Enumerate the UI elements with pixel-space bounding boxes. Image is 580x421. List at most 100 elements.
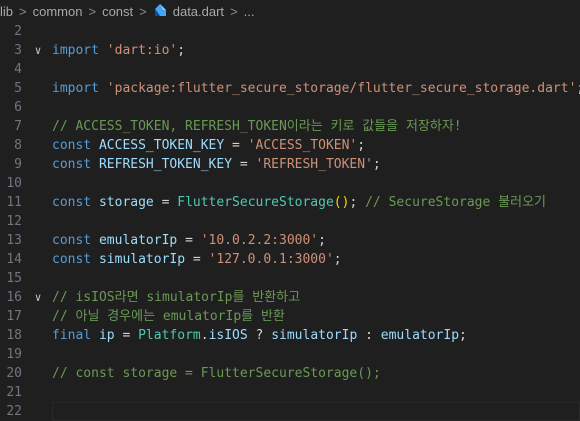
code-token: = — [224, 138, 248, 153]
code-token: ; — [318, 233, 326, 248]
code-token: // const storage = FlutterSecureStorage(… — [52, 366, 381, 381]
code-token: ? — [247, 328, 272, 343]
code-token: ip — [98, 328, 115, 343]
line-number: 22 — [6, 404, 22, 419]
breadcrumb-separator: > — [139, 3, 147, 19]
code-line[interactable]: 2 — [0, 22, 580, 41]
line-number: 18 — [6, 328, 22, 343]
code-token: '10.0.2.2:3000' — [200, 233, 319, 248]
code-token: const — [52, 233, 92, 248]
code-token: ; — [333, 252, 342, 267]
code-text: // const storage = FlutterSecureStorage(… — [52, 364, 381, 383]
code-line[interactable]: 3 ∨ import 'dart:io'; — [0, 41, 580, 60]
breadcrumb-separator: > — [230, 3, 238, 19]
code-line[interactable]: 11 const storage = FlutterSecureStorage()… — [0, 193, 580, 212]
line-number: 3 — [14, 43, 22, 58]
code-token: // isIOS라면 simulatorIp를 반환하고 — [52, 290, 301, 305]
code-token: ; — [357, 138, 366, 153]
code-token: ACCESS_TOKEN_KEY — [98, 138, 225, 153]
line-number: 13 — [6, 233, 22, 248]
code-token: const — [52, 157, 92, 172]
code-token: 'ACCESS_TOKEN' — [247, 138, 358, 153]
code-line[interactable]: 22 — [0, 402, 580, 421]
code-text: const REFRESH_TOKEN_KEY = 'REFRESH_TOKEN… — [52, 155, 381, 174]
code-line[interactable]: 9 const REFRESH_TOKEN_KEY = 'REFRESH_TOKE… — [0, 155, 580, 174]
code-token: '127.0.0.1:3000' — [208, 252, 334, 267]
code-token: ; — [576, 81, 580, 96]
dart-file-icon — [154, 3, 166, 16]
code-token: simulatorIp — [271, 328, 358, 343]
line-number: 20 — [6, 366, 22, 381]
line-number: 11 — [6, 195, 22, 210]
code-token: 'REFRESH_TOKEN' — [255, 157, 373, 172]
code-line[interactable]: 5 import 'package:flutter_secure_storage/… — [0, 79, 580, 98]
code-token: emulatorIp — [98, 233, 178, 248]
code-text: // isIOS라면 simulatorIp를 반환하고 — [52, 288, 300, 307]
code-token: const — [52, 195, 92, 210]
code-token: // ACCESS_TOKEN, REFRESH_TOKEN이라는 키로 값들을… — [52, 119, 462, 134]
line-number: 6 — [14, 100, 22, 115]
code-line[interactable]: 6 — [0, 98, 580, 117]
code-text: const emulatorIp = '10.0.2.2:3000'; — [52, 231, 326, 250]
code-line[interactable]: 7 // ACCESS_TOKEN, REFRESH_TOKEN이라는 키로 값들… — [0, 117, 580, 136]
breadcrumb-item-common[interactable]: common — [33, 4, 83, 19]
code-line[interactable]: 15 — [0, 269, 580, 288]
code-line[interactable]: 13 const emulatorIp = '10.0.2.2:3000'; — [0, 231, 580, 250]
code-line[interactable]: 20 // const storage = FlutterSecureStorag… — [0, 364, 580, 383]
code-line[interactable]: 8 const ACCESS_TOKEN_KEY = 'ACCESS_TOKEN'… — [0, 136, 580, 155]
code-line[interactable]: 19 — [0, 345, 580, 364]
code-token: 'package:flutter_secure_storage/flutter_… — [106, 81, 577, 96]
code-token: = — [114, 328, 139, 343]
code-token: import — [52, 43, 99, 58]
code-token: emulatorIp — [380, 328, 460, 343]
code-editor[interactable]: 2 3 ∨ import 'dart:io'; 4 5 import 'package:fl… — [0, 22, 580, 421]
code-token: ; — [459, 328, 467, 343]
code-token: = — [177, 233, 201, 248]
code-token: : — [357, 328, 381, 343]
code-line[interactable]: 17 // 아닐 경우에는 emulatorIp를 반환 — [0, 307, 580, 326]
code-token: = — [232, 157, 256, 172]
code-text: final ip = Platform.isIOS ? simulatorIp … — [52, 326, 467, 345]
code-line[interactable]: 18 final ip = Platform.isIOS ? simulatorI… — [0, 326, 580, 345]
breadcrumb-item-symbols[interactable]: ... — [244, 4, 255, 19]
code-line[interactable]: 4 — [0, 60, 580, 79]
line-number: 15 — [6, 271, 22, 286]
line-number: 14 — [6, 252, 22, 267]
breadcrumb-item-const[interactable]: const — [102, 4, 133, 19]
code-text: // ACCESS_TOKEN, REFRESH_TOKEN이라는 키로 값들을… — [52, 117, 462, 136]
line-number: 8 — [14, 138, 22, 153]
code-token: // SecureStorage 불러오기 — [365, 195, 547, 210]
code-line[interactable]: 12 — [0, 212, 580, 231]
breadcrumb-item-file[interactable]: data.dart — [153, 3, 224, 19]
code-line[interactable]: 21 — [0, 383, 580, 402]
line-number: 12 — [6, 214, 22, 229]
code-text: import 'dart:io'; — [52, 41, 185, 60]
line-number: 7 — [14, 119, 22, 134]
code-token: simulatorIp — [98, 252, 186, 267]
code-text: import 'package:flutter_secure_storage/f… — [52, 79, 580, 98]
code-token: = — [185, 252, 209, 267]
code-token: REFRESH_TOKEN_KEY — [98, 157, 233, 172]
line-number: 19 — [6, 347, 22, 362]
breadcrumb-separator: > — [88, 3, 97, 19]
breadcrumb-item-lib[interactable]: lib — [0, 4, 13, 19]
code-token: FlutterSecureStorage — [177, 195, 334, 210]
code-token: Platform — [138, 328, 201, 343]
code-line[interactable]: 16 ∨ // isIOS라면 simulatorIp를 반환하고 — [0, 288, 580, 307]
line-number: 16 — [6, 290, 22, 305]
code-line[interactable]: 14 const simulatorIp = '127.0.0.1:3000'; — [0, 250, 580, 269]
line-number: 17 — [6, 309, 22, 324]
code-token: = — [153, 195, 178, 210]
code-line[interactable]: 10 — [0, 174, 580, 193]
code-token: import — [52, 81, 99, 96]
chevron-down-icon[interactable]: ∨ — [31, 288, 45, 307]
chevron-down-icon[interactable]: ∨ — [31, 41, 45, 60]
code-token: final — [52, 328, 92, 343]
line-number: 5 — [14, 81, 22, 96]
